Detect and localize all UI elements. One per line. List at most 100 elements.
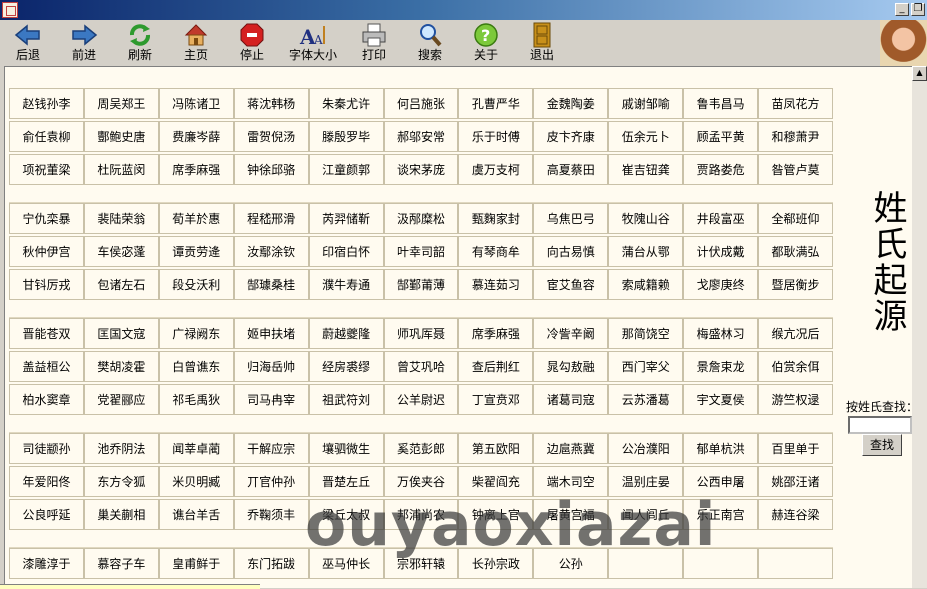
surname-cell[interactable]: 蔚越夔隆 — [308, 318, 384, 349]
surname-cell[interactable]: 江童颜郭 — [308, 154, 384, 185]
surname-cell[interactable]: 赫连谷梁 — [758, 499, 833, 530]
surname-cell[interactable]: 顾孟平黄 — [683, 121, 759, 152]
surname-cell[interactable]: 郁单杭洪 — [683, 433, 759, 464]
surname-cell[interactable]: 谭贡劳逄 — [158, 236, 234, 267]
surname-cell[interactable]: 慕容子车 — [83, 548, 159, 579]
surname-cell[interactable]: 闻莘卓蔺 — [158, 433, 234, 464]
surname-cell[interactable]: 乐于时傅 — [458, 121, 534, 152]
surname-cell[interactable]: 壤驷微生 — [308, 433, 384, 464]
surname-cell[interactable]: 汲邴糜松 — [383, 203, 459, 234]
surname-cell[interactable]: 乔鞠须丰 — [233, 499, 309, 530]
toolbar-button-back-arrow[interactable]: 后退 — [0, 20, 56, 66]
surname-cell[interactable]: 牧隗山谷 — [608, 203, 684, 234]
surname-cell[interactable]: 井段富巫 — [683, 203, 759, 234]
surname-cell[interactable]: 归海岳帅 — [233, 351, 309, 382]
surname-cell[interactable]: 姚邵汪诸 — [758, 466, 833, 497]
restore-button[interactable]: ❐ — [911, 3, 925, 16]
surname-cell[interactable]: 边扈燕冀 — [533, 433, 609, 464]
toolbar-button-search[interactable]: 搜索 — [402, 20, 458, 66]
toolbar-button-font-size[interactable]: A A 字体大小 — [280, 20, 346, 66]
surname-cell[interactable]: 祖武符刘 — [308, 384, 384, 415]
vertical-scrollbar[interactable] — [912, 66, 927, 588]
surname-cell[interactable]: 程嵇邢滑 — [233, 203, 309, 234]
surname-cell[interactable]: 昝管卢莫 — [758, 154, 833, 185]
surname-cell[interactable]: 周吴郑王 — [83, 88, 159, 119]
surname-cell[interactable]: 全郗班仰 — [758, 203, 833, 234]
surname-cell[interactable]: 查后荆红 — [458, 351, 534, 382]
surname-cell[interactable]: 曾艾巩哈 — [383, 351, 459, 382]
surname-cell[interactable]: 包诸左石 — [83, 269, 159, 300]
toolbar-button-exit-door[interactable]: 退出 — [514, 20, 570, 66]
surname-cell[interactable]: 苗凤花方 — [758, 88, 833, 119]
surname-cell[interactable]: 缑亢况后 — [758, 318, 833, 349]
surname-cell[interactable]: 冯陈诸卫 — [158, 88, 234, 119]
surname-cell[interactable]: 汝鄢涂钦 — [233, 236, 309, 267]
minimize-button[interactable]: _ — [895, 3, 909, 16]
surname-cell[interactable]: 姬申扶堵 — [233, 318, 309, 349]
surname-cell[interactable]: 席季麻强 — [158, 154, 234, 185]
surname-cell[interactable]: 蒲台从鄂 — [608, 236, 684, 267]
surname-cell[interactable]: 钟徐邱骆 — [233, 154, 309, 185]
surname-cell[interactable]: 党翟郦应 — [83, 384, 159, 415]
surname-cell[interactable]: 贾路娄危 — [683, 154, 759, 185]
surname-cell[interactable]: 雷贺倪汤 — [233, 121, 309, 152]
surname-cell[interactable]: 漆雕淳于 — [9, 548, 84, 579]
surname-cell[interactable]: 盖益桓公 — [9, 351, 84, 382]
toolbar-button-print[interactable]: 打印 — [346, 20, 402, 66]
surname-cell[interactable]: 甄麴家封 — [458, 203, 534, 234]
surname-cell[interactable]: 项祝董梁 — [9, 154, 84, 185]
surname-cell[interactable]: 广禄阙东 — [158, 318, 234, 349]
surname-cell[interactable]: 高夏蔡田 — [533, 154, 609, 185]
surname-cell[interactable]: 年爱阳佟 — [9, 466, 84, 497]
surname-cell[interactable]: 戈廖庚终 — [683, 269, 759, 300]
surname-cell[interactable]: 鲁韦昌马 — [683, 88, 759, 119]
surname-cell[interactable]: 甘钭厉戎 — [9, 269, 84, 300]
surname-cell[interactable]: 冷訾辛阚 — [533, 318, 609, 349]
surname-cell[interactable]: 白曾谯东 — [158, 351, 234, 382]
surname-cell[interactable]: 匡国文寇 — [83, 318, 159, 349]
surname-cell[interactable]: 慕连茹习 — [458, 269, 534, 300]
surname-cell[interactable]: 谈宋茅庞 — [383, 154, 459, 185]
surname-cell[interactable]: 樊胡凌霍 — [83, 351, 159, 382]
surname-cell[interactable]: 皮卞齐康 — [533, 121, 609, 152]
surname-cell[interactable]: 费廉岑薛 — [158, 121, 234, 152]
scroll-up-button[interactable]: ▲ — [912, 66, 927, 81]
surname-cell[interactable]: 滕殷罗毕 — [308, 121, 384, 152]
surname-cell[interactable]: 柏水窦章 — [9, 384, 84, 415]
surname-cell[interactable]: 那简饶空 — [608, 318, 684, 349]
surname-cell[interactable]: 戚谢邹喻 — [608, 88, 684, 119]
surname-cell[interactable]: 俞任袁柳 — [9, 121, 84, 152]
surname-cell[interactable]: 伯赏余佴 — [758, 351, 833, 382]
surname-cell[interactable]: 印宿白怀 — [308, 236, 384, 267]
surname-cell[interactable]: 宁仇栾暴 — [9, 203, 84, 234]
surname-cell[interactable]: 计伏成戴 — [683, 236, 759, 267]
surname-cell[interactable]: 公冶濮阳 — [608, 433, 684, 464]
surname-cell[interactable]: 景詹束龙 — [683, 351, 759, 382]
toolbar-button-forward-arrow[interactable]: 前进 — [56, 20, 112, 66]
surname-cell[interactable]: 师巩厍聂 — [383, 318, 459, 349]
surname-cell[interactable]: 蒋沈韩杨 — [233, 88, 309, 119]
surname-cell[interactable]: 米贝明臧 — [158, 466, 234, 497]
surname-cell[interactable]: 云苏潘葛 — [608, 384, 684, 415]
surname-cell[interactable]: 干解应宗 — [233, 433, 309, 464]
surname-cell[interactable]: 司马冉宰 — [233, 384, 309, 415]
surname-cell[interactable]: 祁毛禹狄 — [158, 384, 234, 415]
surname-cell[interactable]: 奚范彭郎 — [383, 433, 459, 464]
surname-cell[interactable]: 郝邬安常 — [383, 121, 459, 152]
surname-cell[interactable]: 东门拓跋 — [233, 548, 309, 579]
surname-cell[interactable]: 金魏陶姜 — [533, 88, 609, 119]
surname-cell[interactable]: 段殳沃利 — [158, 269, 234, 300]
surname-cell[interactable]: 公良呼延 — [9, 499, 84, 530]
surname-cell[interactable]: 和穆萧尹 — [758, 121, 833, 152]
surname-cell[interactable]: 索咸籍赖 — [608, 269, 684, 300]
surname-cell[interactable]: 诸葛司寇 — [533, 384, 609, 415]
surname-cell[interactable]: 晋能苍双 — [9, 318, 84, 349]
surname-cell[interactable]: 宦艾鱼容 — [533, 269, 609, 300]
surname-cell[interactable]: 濮牛寿通 — [308, 269, 384, 300]
surname-cell[interactable]: 向古易慎 — [533, 236, 609, 267]
surname-cell[interactable]: 百里单于 — [758, 433, 833, 464]
surname-cell[interactable]: 梅盛林习 — [683, 318, 759, 349]
surname-cell[interactable]: 经房裘缪 — [308, 351, 384, 382]
toolbar-button-refresh[interactable]: 刷新 — [112, 20, 168, 66]
surname-cell[interactable]: 丌官仲孙 — [233, 466, 309, 497]
